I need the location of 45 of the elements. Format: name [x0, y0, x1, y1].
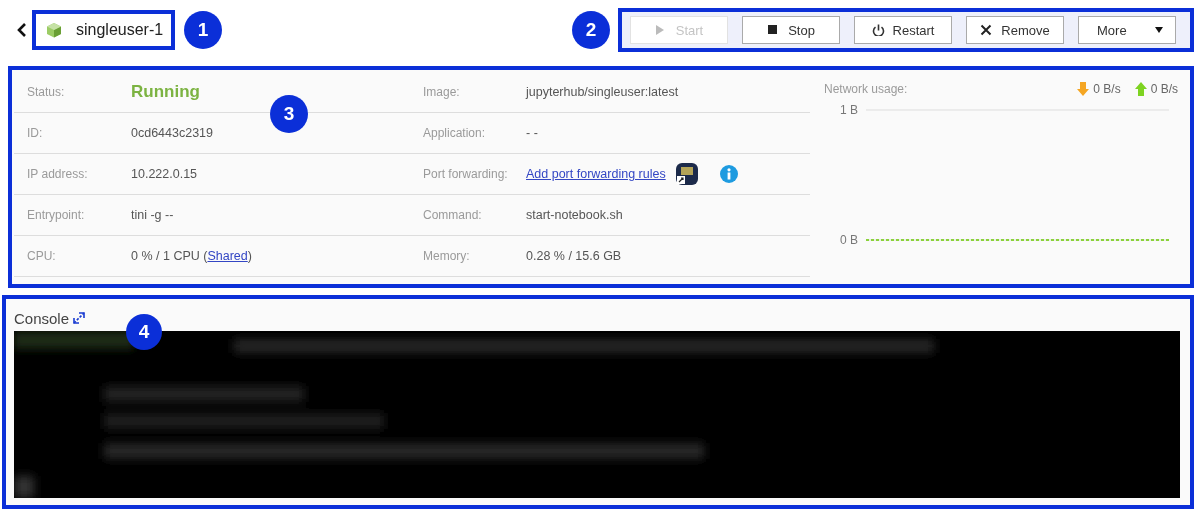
close-icon	[980, 24, 994, 36]
field-value: 10.222.0.15	[131, 167, 198, 181]
axis-tick-label: 1 B	[840, 103, 858, 117]
field-value: jupyterhub/singleuser:latest	[526, 85, 679, 99]
field-label: Status:	[27, 85, 66, 99]
field-value: 0.28 % / 15.6 GB	[526, 249, 622, 263]
callout-number: 2	[572, 11, 610, 49]
field-value: - -	[526, 126, 538, 140]
field-value: 0 % / 1 CPU (Shared)	[131, 249, 252, 263]
axis-tick-label: 0 B	[840, 233, 858, 247]
toolbar-button[interactable]: Restart	[854, 16, 952, 44]
cube-icon	[46, 21, 62, 39]
field-label: Memory:	[423, 249, 471, 263]
field-value: tini -g --	[131, 208, 174, 222]
field-value: Running	[131, 82, 200, 102]
field-value: 0cd6443c2319	[131, 126, 214, 140]
field-label: Image:	[423, 85, 461, 99]
link[interactable]: Shared	[207, 249, 248, 263]
field-label: CPU:	[27, 249, 57, 263]
expand-icon	[73, 312, 86, 324]
field-value: start-notebook.sh	[526, 208, 623, 222]
info-icon	[719, 165, 738, 183]
callout-number: 4	[126, 314, 162, 350]
upload-rate: 0 B/s	[1150, 82, 1178, 96]
toolbar-button[interactable]: More	[1078, 16, 1176, 44]
caret-icon	[1155, 27, 1163, 33]
field-label: Entrypoint:	[27, 208, 86, 222]
callout-number: 1	[184, 11, 223, 49]
download-rate: 0 B/s	[1093, 82, 1121, 96]
container-title: singleuser-1	[76, 21, 164, 39]
field-label: ID:	[27, 126, 44, 140]
back-icon	[16, 22, 27, 38]
toolbar-button[interactable]: Stop	[742, 16, 840, 44]
download-arrow-icon	[1077, 82, 1090, 96]
toolbar-button[interactable]: Remove	[966, 16, 1064, 44]
field-label: Application:	[423, 126, 487, 140]
console-title: Console	[14, 309, 70, 327]
field-label: Network usage:	[824, 82, 908, 96]
field-label: Port forwarding:	[423, 167, 509, 181]
upload-arrow-icon	[1134, 82, 1147, 96]
app-shortcut-icon	[675, 163, 698, 185]
power-icon	[871, 24, 885, 36]
field-label: Command:	[423, 208, 483, 222]
link[interactable]: Add port forwarding rules	[526, 167, 666, 181]
field-label: IP address:	[27, 167, 89, 181]
